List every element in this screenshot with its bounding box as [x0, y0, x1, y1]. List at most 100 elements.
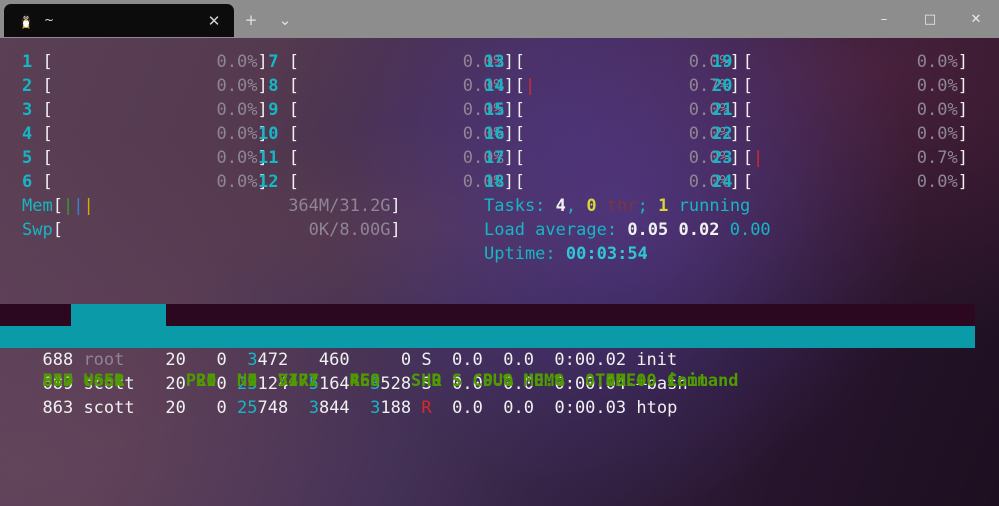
cpu-meter-22: 22 [ 0.0%]	[712, 124, 968, 144]
cpu-meter-14-bar: |	[524, 76, 536, 96]
cpu-meter-13: 13 [ 0.0%]	[484, 52, 740, 72]
terminal-content[interactable]: 1 [ 0.0%] 2 [ 0.0%] 3 [ 0.0%] 4 [ 0.0%] 5 [ …	[0, 38, 999, 506]
cpu-meter-14-label: 14	[484, 76, 505, 96]
cpu-meter-24-label: 24	[712, 172, 733, 192]
cpu-meter-5-value: 0.0%	[216, 148, 258, 168]
cpu-meter-24-value: 0.0%	[916, 172, 958, 192]
tab-menu-chevron-down-icon[interactable]: ⌄	[268, 3, 302, 37]
system-summary: Tasks: 4, 0 thr; 1 running Load average:…	[484, 194, 771, 266]
cpu-meter-5-label: 5	[22, 148, 33, 168]
swap-meter-row: Swp[ 0K/8.00G]	[22, 220, 401, 240]
mem-value: 364M/31.2G	[288, 196, 391, 216]
cpu-meter-2-value: 0.0%	[216, 76, 258, 96]
cpu-meter-7-label: 7	[258, 52, 279, 72]
cpu-meter-16-label: 16	[484, 124, 505, 144]
tab-close-icon[interactable]: ✕	[202, 9, 226, 33]
cpu-meter-8: 8 [ 0.0%]	[258, 76, 514, 96]
process-row-selected[interactable]: 687 root 20 0 3472 460 0 S 0.0 0.0 0:00.…	[0, 326, 975, 391]
cpu-meter-21: 21 [ 0.0%]	[712, 100, 968, 120]
cpu-meter-2: 2 [ 0.0%]	[22, 76, 268, 96]
cpu-meter-21-value: 0.0%	[916, 100, 958, 120]
sort-column-highlight	[71, 304, 166, 326]
load-average-label: Load average:	[484, 220, 618, 240]
cpu-meter-column-4: 19 [ 0.0%] 20 [ 0.0%] 21 [ 0.0%] 22 [ 0.0%]…	[712, 50, 968, 194]
cpu-meter-15-label: 15	[484, 100, 505, 120]
cpu-meter-column-3: 13 [ 0.0%] 14 [| 0.7%] 15 [ 0.0%] 16 [ 0.0%…	[484, 50, 740, 194]
cpu-meter-6: 6 [ 0.0%]	[22, 172, 268, 192]
cpu-meter-4: 4 [ 0.0%]	[22, 124, 268, 144]
cpu-meter-14: 14 [| 0.7%]	[484, 76, 740, 96]
load-1min: 0.05	[627, 220, 669, 240]
tasks-label: Tasks:	[484, 196, 546, 216]
cpu-meter-18: 18 [ 0.0%]	[484, 172, 740, 192]
minimize-button[interactable]: –	[861, 0, 907, 38]
cpu-meter-19-label: 19	[712, 52, 733, 72]
cpu-meter-1: 1 [ 0.0%]	[22, 52, 268, 72]
cpu-meter-19-value: 0.0%	[916, 52, 958, 72]
terminal-window: ~ ✕ + ⌄ – □ ✕ 1 [ 0.0%] 2 [ 0.0%] 3 [ 0.0%…	[0, 0, 999, 506]
load-5min: 0.02	[678, 220, 720, 240]
cpu-meter-11-label: 11	[258, 148, 279, 168]
cpu-meter-20-value: 0.0%	[916, 76, 958, 96]
cpu-meter-10: 10 [ 0.0%]	[258, 124, 514, 144]
cpu-meter-23-label: 23	[712, 148, 733, 168]
close-button[interactable]: ✕	[953, 0, 999, 38]
thread-count: 0	[586, 196, 597, 216]
tab-strip: ~ ✕ + ⌄	[0, 0, 302, 38]
cpu-meter-9: 9 [ 0.0%]	[258, 100, 514, 120]
memory-meters: Mem[||| 364M/31.2G] Swp[ 0K/8.00G]	[22, 194, 401, 242]
tasks-count: 4	[555, 196, 566, 216]
cpu-meter-21-label: 21	[712, 100, 733, 120]
cpu-meter-9-label: 9	[258, 100, 279, 120]
cpu-meter-11: 11 [ 0.0%]	[258, 148, 514, 168]
uptime-value: 00:03:54	[565, 244, 648, 264]
cpu-meter-20: 20 [ 0.0%]	[712, 76, 968, 96]
running-count: 1	[658, 196, 669, 216]
cpu-meter-column-2: 7 [ 0.0%] 8 [ 0.0%] 9 [ 0.0%] 10 [ 0.0%] 1…	[258, 50, 514, 194]
load-15min: 0.00	[729, 220, 771, 240]
cpu-meter-7: 7 [ 0.0%]	[258, 52, 514, 72]
cpu-meter-20-label: 20	[712, 76, 733, 96]
cpu-meter-22-label: 22	[712, 124, 733, 144]
running-separator: ;	[637, 196, 648, 216]
title-bar: ~ ✕ + ⌄ – □ ✕	[0, 0, 999, 38]
terminal-tab[interactable]: ~ ✕	[4, 4, 234, 37]
cpu-meter-1-value: 0.0%	[216, 52, 258, 72]
tab-title: ~	[44, 13, 55, 27]
process-table-header-text: PID USER PRI NI VIRT RES SHR S CPU% MEM%…	[22, 371, 739, 391]
swp-label: Swp	[22, 220, 53, 240]
cpu-meter-3: 3 [ 0.0%]	[22, 100, 268, 120]
cpu-meter-12: 12 [ 0.0%]	[258, 172, 514, 192]
cpu-meter-24: 24 [ 0.0%]	[712, 172, 968, 192]
cpu-meter-4-value: 0.0%	[216, 124, 258, 144]
process-table: PID USER PRI NI VIRT RES SHR S CPU% MEM%…	[0, 304, 999, 420]
cpu-meter-23-value: 0.7%	[916, 148, 958, 168]
linux-penguin-icon	[18, 13, 34, 29]
cpu-meter-3-label: 3	[22, 100, 33, 120]
cpu-meter-8-label: 8	[258, 76, 279, 96]
cpu-meter-2-label: 2	[22, 76, 33, 96]
cpu-meter-4-label: 4	[22, 124, 33, 144]
cpu-meter-6-value: 0.0%	[216, 172, 258, 192]
mem-label: Mem	[22, 196, 53, 216]
process-table-header[interactable]: PID USER PRI NI VIRT RES SHR S CPU% MEM%…	[0, 304, 975, 391]
cpu-meter-15: 15 [ 0.0%]	[484, 100, 740, 120]
cpu-meter-22-value: 0.0%	[916, 124, 958, 144]
cpu-meter-column-1: 1 [ 0.0%] 2 [ 0.0%] 3 [ 0.0%] 4 [ 0.0%] 5 [ …	[22, 50, 268, 194]
cpu-meter-6-label: 6	[22, 172, 33, 192]
cpu-meter-23: 23 [| 0.7%]	[712, 148, 968, 168]
cpu-meter-17: 17 [ 0.0%]	[484, 148, 740, 168]
window-controls: – □ ✕	[861, 0, 999, 38]
tasks-separator: ,	[565, 196, 577, 216]
maximize-button[interactable]: □	[907, 0, 953, 38]
cpu-meter-5: 5 [ 0.0%]	[22, 148, 268, 168]
cpu-meter-13-label: 13	[484, 52, 505, 72]
cpu-meter-10-label: 10	[258, 124, 279, 144]
thread-label: thr	[606, 196, 638, 216]
cpu-meter-18-label: 18	[484, 172, 505, 192]
cpu-meter-1-label: 1	[22, 52, 33, 72]
swp-value: 0K/8.00G	[308, 220, 391, 240]
load-average-row: Load average: 0.05 0.02 0.00	[484, 218, 771, 242]
new-tab-button[interactable]: +	[234, 3, 268, 37]
uptime-label: Uptime:	[484, 244, 556, 264]
